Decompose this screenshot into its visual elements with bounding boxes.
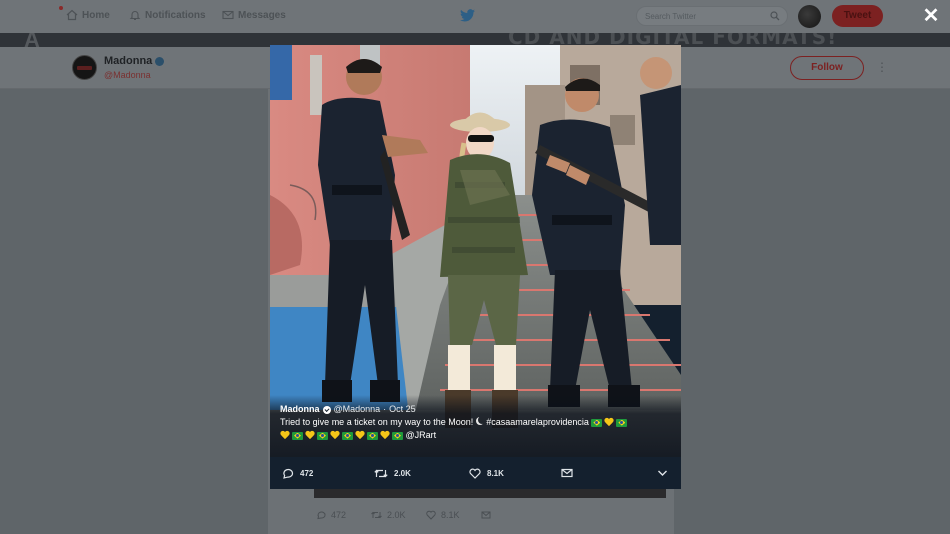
retweet-button[interactable]: 2.0K [374, 468, 469, 479]
caption-hashtag[interactable]: #casaamarelaprovidencia [486, 417, 589, 427]
reply-icon [283, 468, 294, 479]
caption-line1: Tried to give me a ticket on my way to t… [280, 417, 474, 427]
caption-text: Tried to give me a ticket on my way to t… [280, 416, 676, 429]
bg-like-count: 8.1K [441, 510, 460, 520]
nav-notifications[interactable]: Notifications [129, 9, 206, 21]
yellow-heart-icon [280, 431, 290, 440]
caption-date[interactable]: Oct 25 [389, 403, 416, 416]
yellow-heart-icon [305, 431, 315, 440]
nav-home-label: Home [82, 9, 110, 21]
brazil-flag-icon [392, 431, 403, 440]
bg-retweet-count: 2.0K [387, 510, 406, 520]
bg-like[interactable]: 8.1K [426, 510, 481, 520]
brazil-flag-icon [591, 418, 603, 427]
emoji-row-2 [280, 431, 403, 440]
brazil-flag-icon [292, 431, 303, 440]
nav-messages-label: Messages [238, 9, 286, 21]
caption-dot: · [383, 404, 387, 414]
caption-mention[interactable]: @JRart [406, 430, 437, 440]
home-icon [66, 9, 78, 21]
nav-notifications-label: Notifications [145, 9, 206, 21]
profile-name-text: Madonna [104, 55, 153, 67]
nav-home[interactable]: Home [66, 9, 110, 21]
nav-messages[interactable]: Messages [222, 9, 286, 21]
background-tweet-actions: 472 2.0K 8.1K [316, 510, 536, 520]
top-navigation: Home Notifications Messages Search Twitt… [0, 0, 950, 33]
reply-count: 472 [300, 468, 314, 478]
like-button[interactable]: 8.1K [469, 468, 561, 479]
search-input[interactable]: Search Twitter [636, 6, 788, 26]
bg-reply[interactable]: 472 [316, 510, 371, 520]
brazil-flag-icon [342, 431, 353, 440]
caption-line2: @JRart [280, 429, 676, 442]
profile-name[interactable]: Madonna [104, 55, 165, 67]
dm-icon [481, 511, 491, 519]
bg-retweet[interactable]: 2.0K [371, 510, 426, 520]
retweet-count: 2.0K [394, 468, 411, 478]
caption-header: Madonna @Madonna · Oct 25 [280, 403, 676, 416]
profile-avatar[interactable] [72, 55, 97, 80]
moon-emoji-icon [478, 416, 486, 424]
reply-icon [317, 511, 326, 520]
caption-author-name[interactable]: Madonna [280, 403, 320, 416]
brazil-flag-icon [317, 431, 328, 440]
banner-glyph: A [24, 33, 40, 47]
caption-author-handle[interactable]: @Madonna [334, 403, 381, 416]
envelope-icon [222, 9, 234, 21]
tweet-button[interactable]: Tweet [832, 5, 883, 27]
search-placeholder: Search Twitter [645, 12, 696, 21]
tweet-caption: Madonna @Madonna · Oct 25 Tried to give … [280, 403, 676, 442]
reply-button[interactable]: 472 [282, 468, 374, 479]
yellow-heart-icon [604, 418, 614, 427]
more-options-button[interactable] [657, 469, 668, 477]
follow-button[interactable]: Follow [790, 56, 864, 80]
brazil-flag-icon [616, 418, 628, 427]
brazil-flag-icon [367, 431, 378, 440]
like-icon [469, 468, 481, 479]
like-count: 8.1K [487, 468, 504, 478]
dm-button[interactable] [561, 468, 657, 478]
search-icon[interactable] [770, 11, 780, 23]
chevron-down-icon [658, 470, 667, 476]
dm-icon [561, 468, 573, 478]
modal-actions: 472 2.0K 8.1K [270, 457, 681, 489]
verified-icon [322, 405, 331, 414]
bg-reply-count: 472 [331, 510, 347, 520]
notification-dot [59, 6, 63, 10]
like-icon [426, 510, 436, 520]
user-avatar[interactable] [798, 5, 821, 28]
profile-handle: @Madonna [104, 70, 151, 80]
emoji-row-1 [591, 418, 628, 427]
bg-dm[interactable] [481, 510, 536, 520]
bell-icon [129, 9, 141, 21]
retweet-icon [374, 469, 388, 477]
verified-icon [155, 56, 165, 66]
yellow-heart-icon [380, 431, 390, 440]
yellow-heart-icon [355, 431, 365, 440]
retweet-icon [371, 511, 382, 519]
close-icon[interactable]: ✕ [921, 6, 941, 26]
more-options-icon[interactable]: ⋮ [876, 60, 888, 74]
yellow-heart-icon [330, 431, 340, 440]
twitter-bird-icon[interactable] [460, 9, 475, 27]
media-modal: Madonna @Madonna · Oct 25 Tried to give … [270, 45, 681, 489]
